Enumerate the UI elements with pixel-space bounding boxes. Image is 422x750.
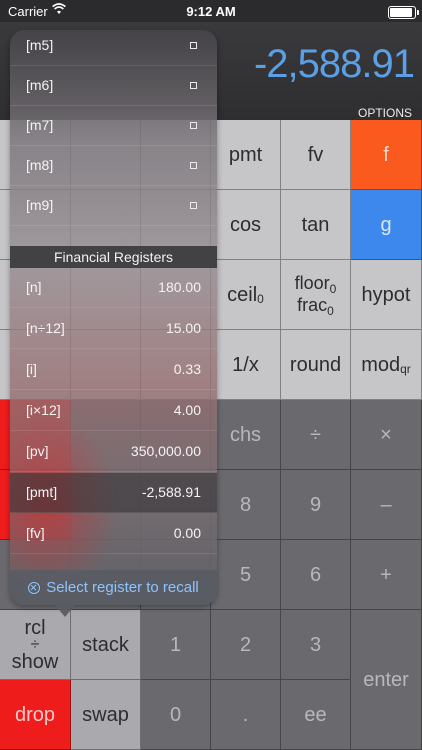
rcl-show-key[interactable]: rcl ÷ show bbox=[0, 610, 71, 680]
status-time: 9:12 AM bbox=[186, 4, 236, 19]
show-label: show bbox=[11, 650, 59, 673]
options-button[interactable]: OPTIONS bbox=[358, 106, 412, 120]
mod-subscript: qr bbox=[400, 361, 411, 376]
ceil-label: ceil bbox=[227, 283, 258, 306]
drop-key[interactable]: drop bbox=[0, 680, 71, 750]
register-row-pmt[interactable]: [pmt] -2,588.91 bbox=[10, 473, 217, 513]
register-row-fv[interactable]: [fv] 0.00 bbox=[10, 514, 217, 554]
zero-key[interactable]: 0 bbox=[141, 680, 211, 750]
swap-key[interactable]: swap bbox=[71, 680, 141, 750]
mod-label: mod bbox=[361, 353, 401, 376]
register-row-n[interactable]: [n] 180.00 bbox=[10, 268, 217, 308]
empty-square-icon bbox=[190, 162, 197, 169]
multiply-key[interactable]: × bbox=[351, 400, 422, 470]
two-key[interactable]: 2 bbox=[211, 610, 281, 680]
empty-square-icon bbox=[190, 42, 197, 49]
decimal-key[interactable]: . bbox=[211, 680, 281, 750]
f-key[interactable]: f bbox=[351, 120, 422, 190]
register-row-m5[interactable]: [m5] bbox=[10, 30, 217, 66]
six-key[interactable]: 6 bbox=[281, 540, 351, 610]
register-row-n-div-12[interactable]: [n÷12] 15.00 bbox=[10, 309, 217, 349]
stack-key[interactable]: stack bbox=[71, 610, 141, 680]
floor-subscript: 0 bbox=[329, 281, 337, 296]
calculator-app: Carrier 9:12 AM -2,588.91 OPTIONS pmt fv… bbox=[0, 0, 422, 750]
rcl-divider: ÷ bbox=[30, 635, 40, 653]
register-row-m8[interactable]: [m8] bbox=[10, 146, 217, 186]
fv-key[interactable]: fv bbox=[281, 120, 351, 190]
register-row-m6[interactable]: [m6] bbox=[10, 66, 217, 106]
eight-key[interactable]: 8 bbox=[211, 470, 281, 540]
display-value: -2,588.91 bbox=[253, 42, 415, 86]
recall-hint-text: Select register to recall bbox=[46, 579, 199, 596]
minus-key[interactable]: – bbox=[351, 470, 422, 540]
enter-key[interactable]: enter bbox=[351, 610, 422, 750]
frac-subscript: 0 bbox=[327, 303, 334, 318]
status-bar: Carrier 9:12 AM bbox=[0, 0, 422, 22]
three-key[interactable]: 3 bbox=[281, 610, 351, 680]
frac-label: frac bbox=[297, 294, 328, 315]
divide-key[interactable]: ÷ bbox=[281, 400, 351, 470]
five-key[interactable]: 5 bbox=[211, 540, 281, 610]
hypot-key[interactable]: hypot bbox=[351, 260, 422, 330]
recall-hint[interactable]: Select register to recall bbox=[10, 570, 217, 605]
empty-square-icon bbox=[190, 202, 197, 209]
financial-registers-header: Financial Registers bbox=[10, 246, 217, 268]
reciprocal-key[interactable]: 1/x bbox=[211, 330, 281, 400]
battery-icon bbox=[388, 6, 419, 19]
plus-key[interactable]: + bbox=[351, 540, 422, 610]
register-row-pv[interactable]: [pv] 350,000.00 bbox=[10, 432, 217, 472]
register-row-m9[interactable]: [m9] bbox=[10, 186, 217, 226]
floor-label: floor bbox=[294, 272, 330, 293]
popover-pointer bbox=[55, 605, 75, 617]
round-key[interactable]: round bbox=[281, 330, 351, 400]
close-circle-icon bbox=[28, 581, 41, 594]
register-popover: [m5] [m6] [m7] [m8] [m9] Financial Regis… bbox=[10, 30, 217, 605]
cos-key[interactable]: cos bbox=[211, 190, 281, 260]
chs-key[interactable]: chs bbox=[211, 400, 281, 470]
ceil-key[interactable]: ceil 0 bbox=[211, 260, 281, 330]
ee-key[interactable]: ee bbox=[281, 680, 351, 750]
floor-frac-key[interactable]: floor0 frac0 bbox=[281, 260, 351, 330]
one-key[interactable]: 1 bbox=[141, 610, 211, 680]
mod-key[interactable]: mod qr bbox=[351, 330, 422, 400]
ceil-subscript: 0 bbox=[257, 291, 264, 306]
empty-square-icon bbox=[190, 122, 197, 129]
g-key[interactable]: g bbox=[351, 190, 422, 260]
register-row-i-times-12[interactable]: [i×12] 4.00 bbox=[10, 391, 217, 431]
pmt-key[interactable]: pmt bbox=[211, 120, 281, 190]
tan-key[interactable]: tan bbox=[281, 190, 351, 260]
nine-key[interactable]: 9 bbox=[281, 470, 351, 540]
register-row-i[interactable]: [i] 0.33 bbox=[10, 350, 217, 390]
empty-square-icon bbox=[190, 82, 197, 89]
register-row-m7[interactable]: [m7] bbox=[10, 106, 217, 146]
